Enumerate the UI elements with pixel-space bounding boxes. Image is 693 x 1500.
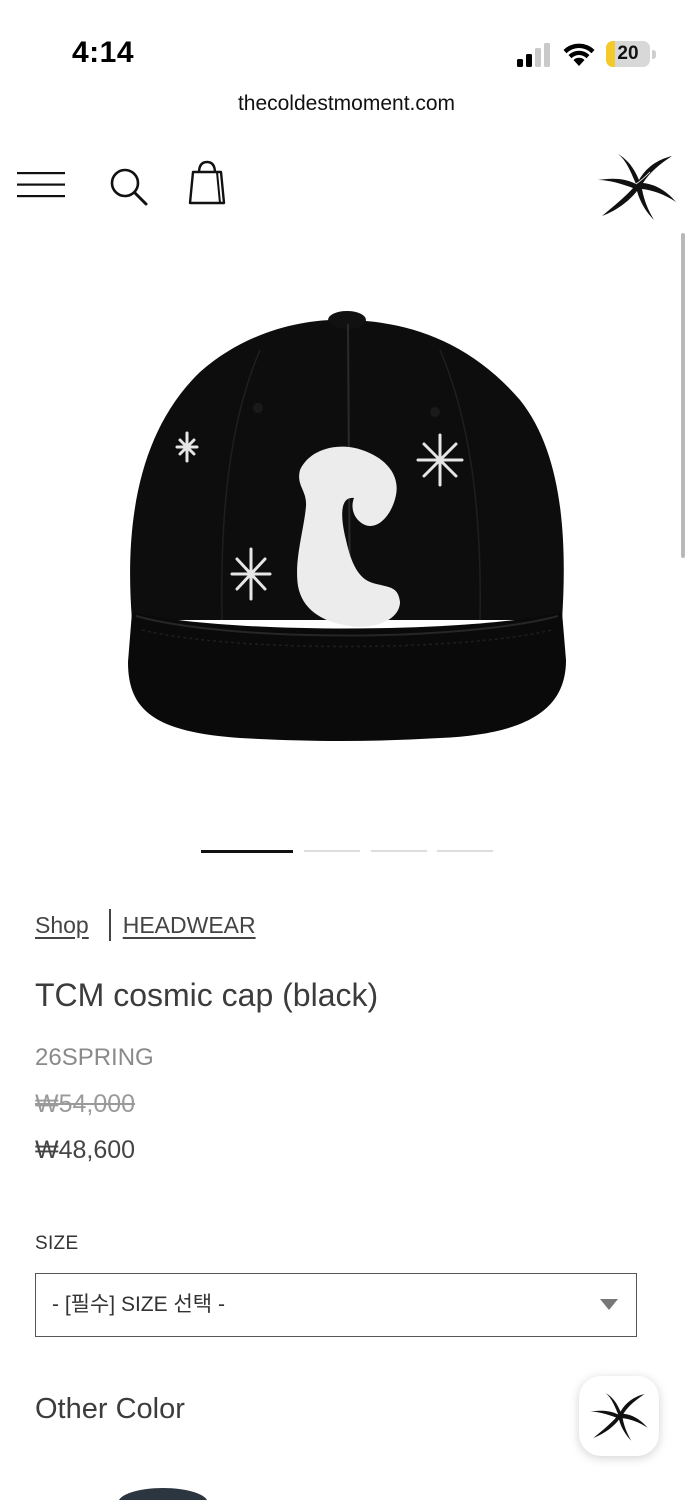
shopping-bag-icon[interactable] [186, 160, 228, 206]
battery-indicator: 20 [606, 41, 656, 67]
breadcrumb: Shop HEADWEAR [35, 908, 256, 942]
chevron-down-icon [600, 1299, 618, 1310]
starfish-logo-icon[interactable] [596, 150, 678, 222]
breadcrumb-category-link[interactable]: HEADWEAR [123, 912, 256, 939]
sale-price: ₩48,600 [35, 1136, 136, 1164]
gallery-indicators [0, 850, 693, 854]
gallery-indicator-4[interactable] [437, 850, 493, 852]
hamburger-menu-icon[interactable] [16, 168, 66, 202]
original-price: ₩54,000 [35, 1090, 136, 1118]
wifi-icon [563, 43, 595, 66]
other-color-heading: Other Color [35, 1393, 185, 1425]
floating-logo-button[interactable] [579, 1376, 659, 1456]
page-scrollbar[interactable] [681, 233, 685, 558]
starfish-logo-icon [590, 1392, 648, 1441]
size-label: SIZE [35, 1233, 79, 1254]
battery-level-text: 20 [617, 43, 639, 64]
gallery-indicator-1[interactable] [201, 850, 293, 853]
gallery-indicator-3[interactable] [371, 850, 427, 852]
product-season: 26SPRING [35, 1044, 154, 1071]
status-time: 4:14 [72, 36, 135, 69]
status-bar: 4:14 20 [0, 0, 693, 90]
size-select[interactable]: - [필수] SIZE 선택 - [35, 1273, 637, 1337]
other-color-swatch[interactable] [118, 1488, 208, 1500]
product-image-cap[interactable] [110, 290, 580, 760]
breadcrumb-shop-link[interactable]: Shop [35, 912, 89, 939]
browser-url[interactable]: thecoldestmoment.com [0, 92, 693, 116]
product-title: TCM cosmic cap (black) [35, 977, 379, 1013]
cellular-signal-icon [517, 43, 550, 67]
gallery-indicator-2[interactable] [304, 850, 360, 852]
search-icon[interactable] [106, 164, 150, 208]
breadcrumb-separator [108, 909, 111, 941]
size-select-value: - [필수] SIZE 선택 - [52, 1293, 225, 1316]
